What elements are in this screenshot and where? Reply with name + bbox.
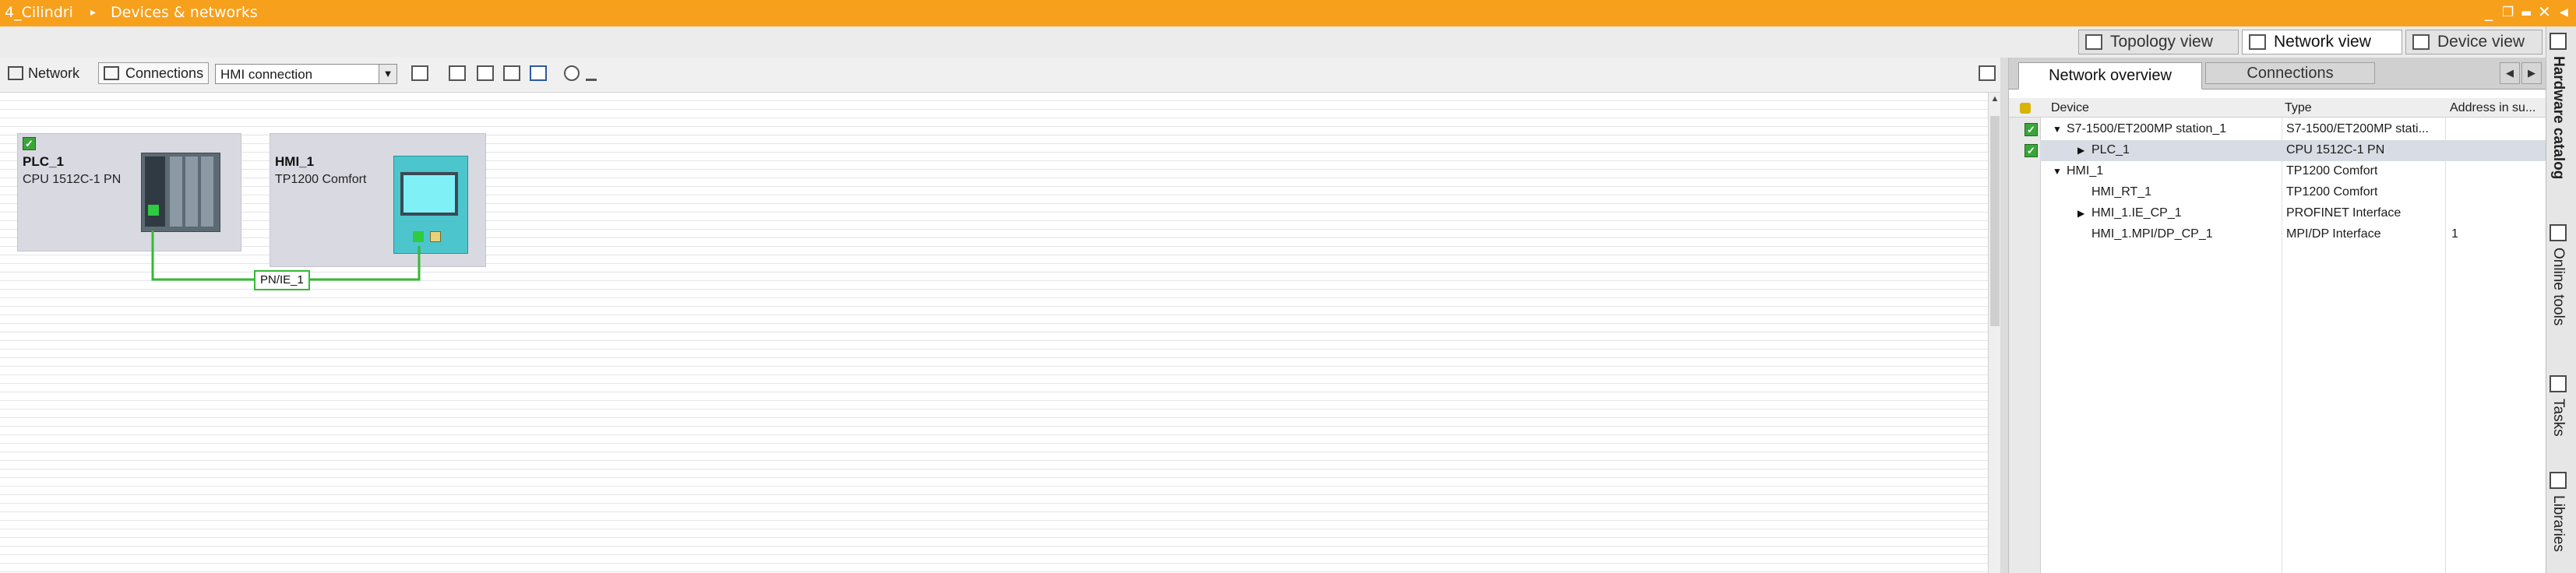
- table-row[interactable]: ✓ ▼ S7-1500/ET200MP station_1 S7-1500/ET…: [2009, 119, 2546, 140]
- show-overview-icon[interactable]: [1979, 65, 1996, 81]
- col-device-header[interactable]: Device: [2051, 101, 2089, 115]
- diagnostics-icon: [2020, 103, 2031, 114]
- table-row[interactable]: ✓ ▶ PLC_1 CPU 1512C-1 PN: [2025, 140, 2546, 161]
- col-type-header[interactable]: Type: [2285, 101, 2312, 115]
- layout-icon[interactable]: [477, 65, 494, 81]
- tab-network-overview[interactable]: Network overview: [2018, 62, 2202, 90]
- expand-arrow-icon[interactable]: ▶: [2077, 208, 2084, 219]
- tab-hardware-catalog[interactable]: Hardware catalog: [2550, 33, 2567, 179]
- download-icon[interactable]: [586, 65, 597, 81]
- tab-scroll-right-button[interactable]: ▶: [2521, 62, 2542, 84]
- connections-mode-button[interactable]: Connections: [98, 62, 209, 84]
- table-row[interactable]: ▼ HMI_1 TP1200 Comfort: [2009, 161, 2546, 182]
- connection-type-select[interactable]: HMI connection ▼: [215, 64, 397, 84]
- device-cell: S7-1500/ET200MP station_1: [2067, 122, 2227, 135]
- catalog-icon: [2550, 33, 2567, 50]
- view-tabs-bar: Topology view Network view Device view: [0, 26, 2546, 58]
- type-cell: CPU 1512C-1 PN: [2286, 143, 2385, 156]
- device-cell: PLC_1: [2091, 143, 2130, 156]
- device-cell: HMI_1: [2067, 164, 2104, 178]
- profinet-link[interactable]: [0, 93, 545, 326]
- side-tab-label: Online tools: [2550, 248, 2567, 326]
- table-row[interactable]: ▶ HMI_1.IE_CP_1 PROFINET Interface: [2009, 203, 2546, 224]
- title-bar: 4_Cilindri ▸ Devices & networks _ ❐ ▬ ✕ …: [0, 0, 2576, 26]
- side-tab-label: Libraries: [2550, 495, 2567, 552]
- network-icon: [2249, 34, 2266, 50]
- tab-libraries[interactable]: Libraries: [2550, 472, 2567, 552]
- project-name: 4_Cilindri: [5, 4, 73, 21]
- network-mode-button[interactable]: Network: [8, 62, 79, 84]
- device-cell: HMI_RT_1: [2091, 185, 2152, 199]
- device-cell: HMI_1.MPI/DP_CP_1: [2091, 227, 2213, 241]
- type-cell: PROFINET Interface: [2286, 206, 2402, 220]
- pane-splitter[interactable]: [2000, 58, 2008, 573]
- status-check-icon: ✓: [2025, 123, 2038, 136]
- connections-icon: [104, 66, 119, 80]
- tab-label: Device view: [2437, 33, 2525, 51]
- scroll-up-icon[interactable]: ▲: [1990, 94, 2000, 107]
- expand-arrow-icon[interactable]: ▶: [2077, 145, 2084, 156]
- libraries-icon: [2550, 472, 2567, 489]
- table-row[interactable]: HMI_1.MPI/DP_CP_1 MPI/DP Interface 1: [2009, 224, 2546, 245]
- col-address-header[interactable]: Address in su...: [2450, 101, 2543, 115]
- canvas-vertical-scrollbar[interactable]: ▲: [1988, 93, 2001, 573]
- tab-network-view[interactable]: Network view: [2242, 30, 2402, 54]
- address-icon[interactable]: [411, 65, 428, 81]
- collapse-arrow-icon[interactable]: ▼: [2053, 166, 2062, 177]
- network-mode-label: Network: [28, 65, 80, 81]
- collapse-arrow-icon[interactable]: ▼: [2053, 124, 2062, 135]
- status-check-icon: ✓: [2025, 144, 2038, 157]
- topology-icon: [2085, 34, 2102, 50]
- zoom-icon[interactable]: [564, 65, 580, 81]
- tab-scroll-left-button[interactable]: ◀: [2500, 62, 2520, 84]
- type-cell: TP1200 Comfort: [2286, 164, 2378, 178]
- collapse-pane-button[interactable]: ◀: [2560, 6, 2568, 19]
- type-cell: S7-1500/ET200MP stati...: [2286, 122, 2429, 135]
- connections-mode-label: Connections: [125, 65, 204, 81]
- subnet-label[interactable]: PN/IE_1: [254, 270, 310, 290]
- table-icon[interactable]: [503, 65, 520, 81]
- section-title: Devices & networks: [111, 4, 258, 21]
- address-cell: 1: [2451, 227, 2458, 241]
- network-icon: [8, 66, 23, 80]
- task-card-sidebar: Hardware catalog Online tools Tasks Libr…: [2546, 26, 2576, 573]
- network-overview-pane: Network overview Connections ◀ ▶ Device …: [2008, 58, 2546, 573]
- side-tab-label: Tasks: [2550, 399, 2567, 437]
- tab-label: Topology view: [2110, 33, 2213, 51]
- show-interface-icon[interactable]: [449, 65, 466, 81]
- maximize-button[interactable]: ▬: [2521, 5, 2532, 19]
- tab-tasks[interactable]: Tasks: [2550, 375, 2567, 437]
- network-canvas[interactable]: ✓ PLC_1 CPU 1512C-1 PN HMI_1 TP1200 Comf…: [0, 93, 1988, 573]
- device-icon: [2412, 34, 2430, 50]
- breadcrumb-separator-icon: ▸: [90, 6, 97, 19]
- split-view-icon[interactable]: [530, 65, 547, 81]
- tab-topology-view[interactable]: Topology view: [2078, 30, 2239, 54]
- device-cell: HMI_1.IE_CP_1: [2091, 206, 2182, 220]
- tab-online-tools[interactable]: Online tools: [2550, 224, 2567, 325]
- scrollbar-thumb[interactable]: [1990, 116, 2000, 326]
- chevron-down-icon: ▼: [379, 65, 396, 83]
- table-row[interactable]: HMI_RT_1 TP1200 Comfort: [2009, 182, 2546, 203]
- type-cell: TP1200 Comfort: [2286, 185, 2378, 199]
- tab-device-view[interactable]: Device view: [2405, 30, 2543, 54]
- network-toolbar: Network Connections HMI connection ▼: [0, 58, 2008, 93]
- tab-label: Network view: [2274, 33, 2371, 51]
- close-button[interactable]: ✕: [2538, 2, 2551, 21]
- type-cell: MPI/DP Interface: [2286, 227, 2381, 241]
- minimize-button[interactable]: _: [2485, 2, 2493, 21]
- restore-button[interactable]: ❐: [2502, 5, 2514, 20]
- tab-connections[interactable]: Connections: [2205, 62, 2375, 84]
- side-tab-label: Hardware catalog: [2550, 56, 2567, 180]
- connection-type-value: HMI connection: [220, 67, 313, 82]
- online-tools-icon: [2550, 224, 2567, 241]
- tasks-icon: [2550, 375, 2567, 392]
